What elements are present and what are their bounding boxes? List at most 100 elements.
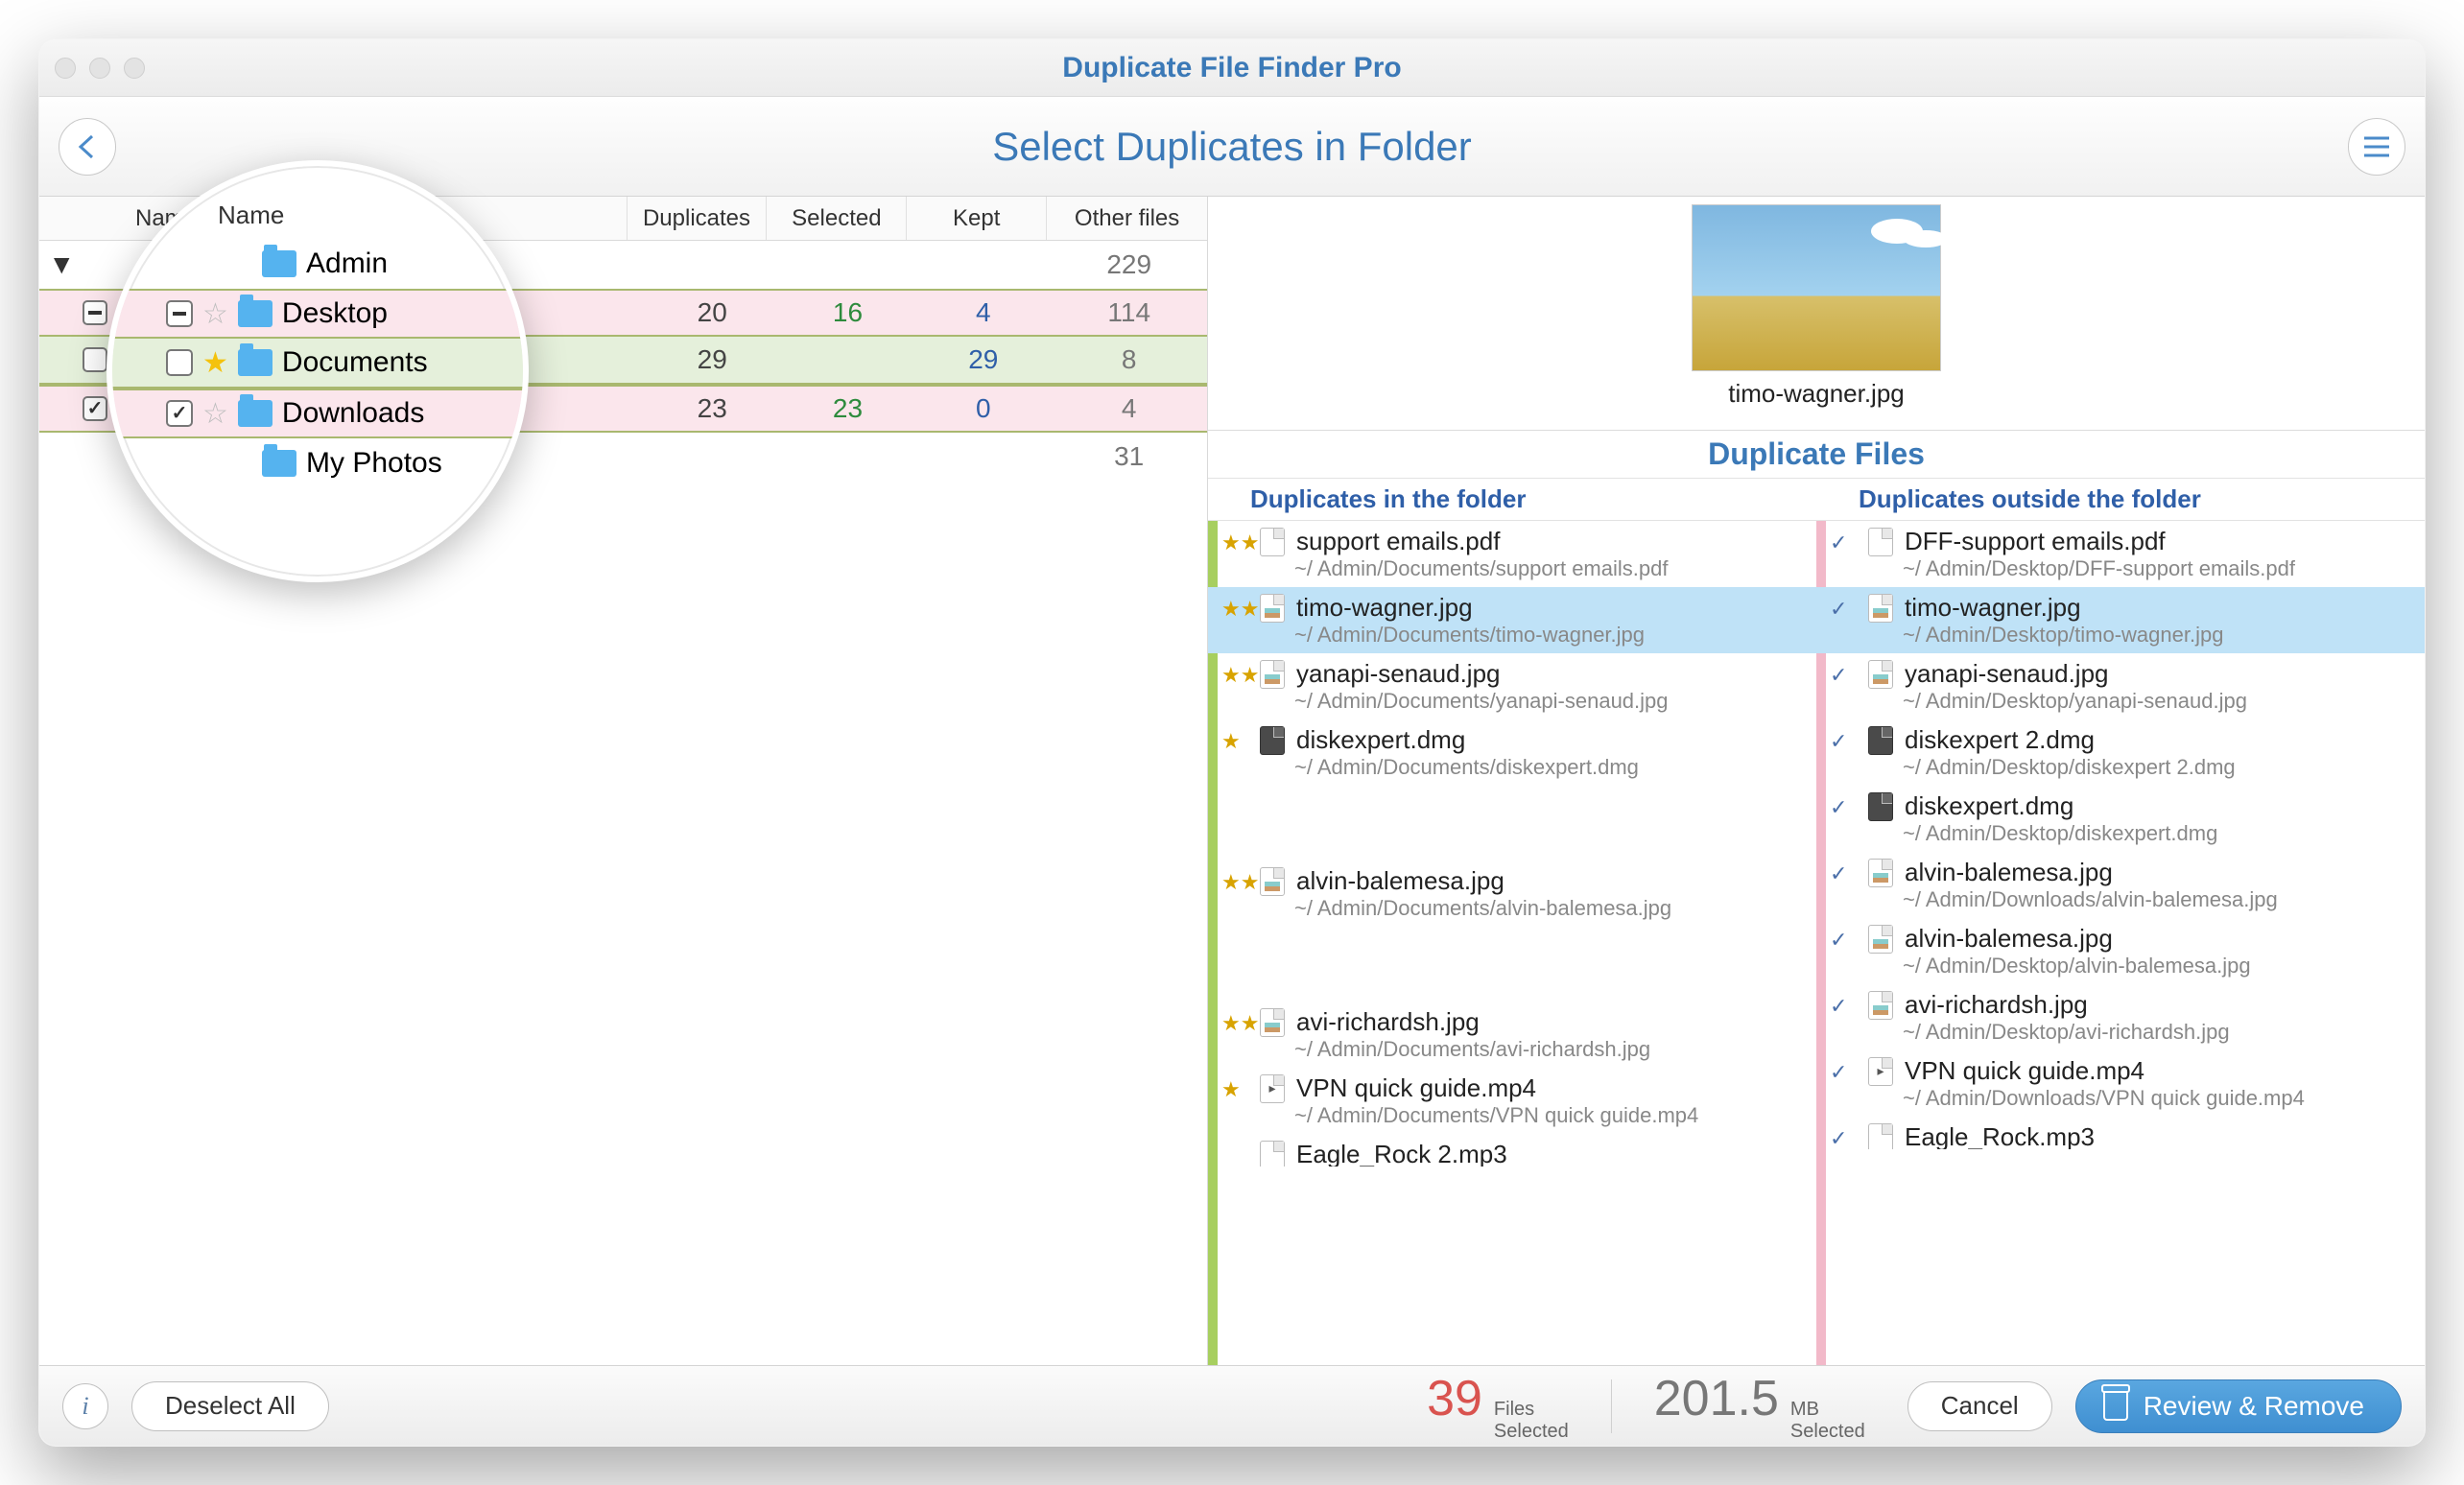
select-checkbox[interactable] bbox=[83, 347, 107, 372]
mag-row-admin: Admin bbox=[112, 239, 523, 289]
duplicate-file-item[interactable]: ✓diskexpert.dmg~/ Admin/Desktop/diskexpe… bbox=[1816, 786, 2425, 852]
select-checkbox[interactable] bbox=[83, 396, 107, 421]
duplicate-file-item[interactable]: ✓alvin-balemesa.jpg~/ Admin/Downloads/al… bbox=[1816, 852, 2425, 918]
hamburger-icon bbox=[2362, 135, 2391, 158]
duplicate-file-item[interactable]: ✓DFF-support emails.pdf~/ Admin/Desktop/… bbox=[1816, 521, 2425, 587]
files-unit2: Selected bbox=[1494, 1421, 1569, 1443]
mag-row-downloads: ☆ Downloads bbox=[112, 389, 523, 438]
checkbox-icon bbox=[166, 400, 193, 427]
duplicate-file-item[interactable]: ✓timo-wagner.jpg~/ Admin/Desktop/timo-wa… bbox=[1816, 587, 2425, 653]
folder-table: Name Duplicates Selected Kept Other file… bbox=[39, 197, 1208, 1365]
cell-other: 8 bbox=[1051, 344, 1207, 375]
size-unit: MB bbox=[1790, 1399, 1865, 1421]
disclosure-triangle-icon[interactable]: ▼ bbox=[47, 249, 77, 280]
selected-check-icon[interactable]: ✓ bbox=[1830, 795, 1847, 820]
kept-star-icon[interactable]: ★★ bbox=[1221, 597, 1259, 622]
cell-other: 4 bbox=[1051, 393, 1207, 424]
file-name: support emails.pdf bbox=[1296, 527, 1500, 556]
selected-check-icon[interactable]: ✓ bbox=[1830, 597, 1847, 622]
mag-folder-label: Downloads bbox=[282, 397, 424, 430]
file-path: ~/ Admin/Desktop/alvin-balemesa.jpg bbox=[1868, 954, 2415, 978]
filetype-icon bbox=[1868, 925, 1893, 954]
filetype-icon bbox=[1868, 660, 1893, 689]
folder-icon bbox=[262, 450, 296, 477]
duplicate-file-item[interactable]: ★ VPN quick guide.mp4~/ Admin/Documents/V… bbox=[1208, 1068, 1816, 1134]
star-icon: ☆ bbox=[202, 397, 228, 431]
col-selected[interactable]: Selected bbox=[766, 197, 906, 240]
review-remove-button[interactable]: Review & Remove bbox=[2075, 1379, 2402, 1433]
duplicate-file-item[interactable]: ✓avi-richardsh.jpg~/ Admin/Desktop/avi-r… bbox=[1816, 984, 2425, 1050]
selected-check-icon[interactable]: ✓ bbox=[1830, 663, 1847, 688]
kept-star-icon[interactable]: ★★ bbox=[1221, 870, 1259, 895]
selected-check-icon[interactable]: ✓ bbox=[1830, 1060, 1847, 1085]
selected-check-icon[interactable]: ✓ bbox=[1830, 928, 1847, 953]
kept-star-icon[interactable]: ★★ bbox=[1221, 663, 1259, 688]
file-path: ~/ Admin/Desktop/diskexpert 2.dmg bbox=[1868, 755, 2415, 780]
stat-files-selected: 39 FilesSelected bbox=[1408, 1370, 1588, 1443]
duplicate-file-item[interactable]: ★★alvin-balemesa.jpg~/ Admin/Documents/a… bbox=[1208, 860, 1816, 927]
cancel-button[interactable]: Cancel bbox=[1907, 1381, 2052, 1431]
filetype-icon bbox=[1260, 867, 1285, 896]
selected-check-icon[interactable]: ✓ bbox=[1830, 729, 1847, 754]
duplicate-details: timo-wagner.jpg Duplicate Files Duplicat… bbox=[1208, 197, 2425, 1365]
file-preview: timo-wagner.jpg bbox=[1208, 197, 2425, 431]
file-name: diskexpert.dmg bbox=[1905, 791, 2073, 821]
col-duplicates[interactable]: Duplicates bbox=[627, 197, 767, 240]
duplicate-file-item[interactable]: ★diskexpert.dmg~/ Admin/Documents/diskex… bbox=[1208, 719, 1816, 786]
filetype-icon bbox=[1260, 1074, 1285, 1103]
selected-check-icon[interactable]: ✓ bbox=[1830, 530, 1847, 555]
file-name: timo-wagner.jpg bbox=[1296, 593, 1473, 623]
preview-filename: timo-wagner.jpg bbox=[1728, 379, 1905, 409]
duplicate-file-item[interactable]: ★★yanapi-senaud.jpg~/ Admin/Documents/ya… bbox=[1208, 653, 1816, 719]
files-unit: Files bbox=[1494, 1399, 1569, 1421]
duplicate-file-item[interactable]: ★★ timo-wagner.jpg~/ Admin/Documents/timo… bbox=[1208, 587, 1816, 653]
selected-check-icon[interactable]: ✓ bbox=[1830, 994, 1847, 1019]
filetype-icon bbox=[1868, 991, 1893, 1020]
mag-folder-label: Desktop bbox=[282, 297, 388, 330]
file-name: Eagle_Rock.mp3 bbox=[1905, 1122, 2095, 1149]
dup-columns-header: Duplicates in the folder Duplicates outs… bbox=[1208, 479, 2425, 521]
file-path: ~/ Admin/Documents/avi-richardsh.jpg bbox=[1260, 1037, 1807, 1062]
cell-other: 31 bbox=[1051, 441, 1207, 472]
preview-thumbnail[interactable] bbox=[1692, 204, 1941, 371]
duplicate-file-item[interactable]: ✓diskexpert 2.dmg~/ Admin/Desktop/diskex… bbox=[1816, 719, 2425, 786]
checkbox-icon bbox=[166, 300, 193, 327]
file-name: timo-wagner.jpg bbox=[1905, 593, 2081, 623]
star-icon: ☆ bbox=[202, 297, 228, 331]
dup-out-header: Duplicates outside the folder bbox=[1816, 479, 2425, 520]
stat-size-selected: 201.5 MBSelected bbox=[1635, 1370, 1884, 1443]
col-kept[interactable]: Kept bbox=[906, 197, 1046, 240]
kept-star-icon[interactable]: ★★ bbox=[1221, 530, 1259, 555]
file-path: ~/ Admin/Documents/VPN quick guide.mp4 bbox=[1260, 1103, 1807, 1128]
file-path: ~/ Admin/Documents/timo-wagner.jpg bbox=[1260, 623, 1807, 648]
selected-check-icon[interactable]: ✓ bbox=[1830, 1126, 1847, 1149]
file-name: VPN quick guide.mp4 bbox=[1905, 1056, 2144, 1086]
col-other[interactable]: Other files bbox=[1046, 197, 1207, 240]
titlebar: Duplicate File Finder Pro bbox=[39, 39, 2425, 97]
deselect-all-button[interactable]: Deselect All bbox=[131, 1381, 329, 1431]
size-unit2: Selected bbox=[1790, 1421, 1865, 1443]
file-name: VPN quick guide.mp4 bbox=[1296, 1073, 1536, 1103]
selected-check-icon[interactable]: ✓ bbox=[1830, 861, 1847, 886]
duplicate-file-item[interactable]: ✓VPN quick guide.mp4~/ Admin/Downloads/V… bbox=[1816, 1050, 2425, 1117]
info-button[interactable]: i bbox=[62, 1383, 108, 1429]
filetype-icon bbox=[1260, 660, 1285, 689]
menu-button[interactable] bbox=[2348, 118, 2405, 176]
duplicate-file-item[interactable]: ★★avi-richardsh.jpg~/ Admin/Documents/av… bbox=[1208, 1002, 1816, 1068]
duplicate-file-item[interactable]: ✓alvin-balemesa.jpg~/ Admin/Desktop/alvi… bbox=[1816, 918, 2425, 984]
kept-star-icon[interactable]: ★ bbox=[1221, 1077, 1241, 1102]
file-path: ~/ Admin/Documents/diskexpert.dmg bbox=[1260, 755, 1807, 780]
mag-folder-label: Documents bbox=[282, 346, 428, 379]
cell-duplicates: 23 bbox=[645, 393, 780, 424]
filetype-icon bbox=[1868, 528, 1893, 556]
kept-star-icon[interactable]: ★★ bbox=[1221, 1011, 1259, 1036]
cell-other: 229 bbox=[1051, 249, 1207, 280]
duplicate-file-item[interactable]: ✓ Eagle_Rock.mp3 bbox=[1816, 1117, 2425, 1149]
duplicate-file-item[interactable]: Eagle_Rock 2.mp3 bbox=[1208, 1134, 1816, 1167]
mag-row-myphotos: My Photos bbox=[112, 438, 523, 488]
select-checkbox[interactable] bbox=[83, 300, 107, 325]
kept-star-icon[interactable]: ★ bbox=[1221, 729, 1241, 754]
size-count: 201.5 bbox=[1654, 1370, 1779, 1427]
duplicate-file-item[interactable]: ✓yanapi-senaud.jpg~/ Admin/Desktop/yanap… bbox=[1816, 653, 2425, 719]
duplicate-file-item[interactable]: ★★support emails.pdf~/ Admin/Documents/s… bbox=[1208, 521, 1816, 587]
